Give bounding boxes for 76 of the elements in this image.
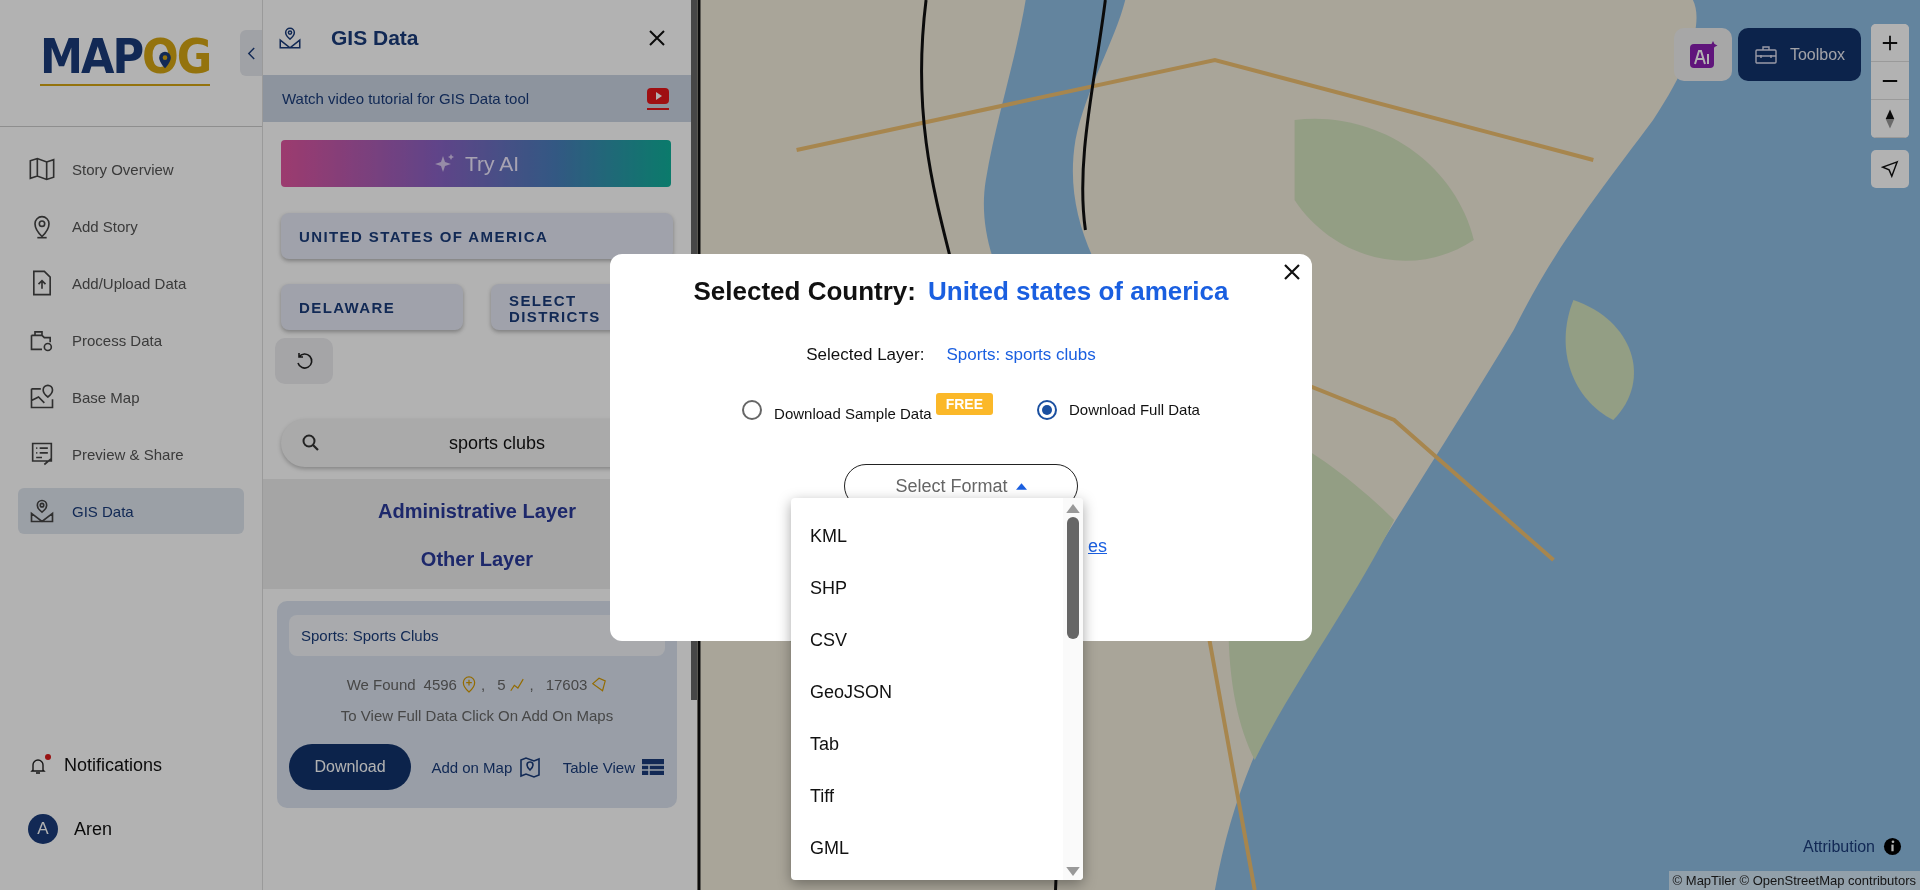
radio-button[interactable] [1037, 399, 1057, 420]
notifications-item[interactable]: Notifications [28, 755, 163, 776]
point-count: 4596 [423, 676, 457, 693]
map-pin-icon [518, 755, 543, 779]
toolbox-button[interactable]: Toolbox [1738, 28, 1861, 81]
nav-item[interactable]: GIS Data [18, 488, 244, 534]
menu-item[interactable]: Tiff [810, 770, 1063, 822]
minus-icon [1881, 78, 1899, 83]
scroll-down-icon[interactable] [1066, 867, 1080, 876]
reset-button[interactable] [275, 338, 333, 384]
menu-item[interactable]: GML [810, 822, 1063, 874]
layer-tab[interactable]: Other Layer [420, 535, 534, 583]
layer-value: Sports: sports clubs [946, 345, 1096, 365]
scrollbar-thumb[interactable] [1067, 517, 1079, 639]
download-option[interactable]: Download Full Data [1037, 397, 1200, 422]
chevron-left-icon [246, 45, 256, 61]
video-play-icon [645, 86, 671, 111]
line-icon [509, 676, 526, 693]
menu-item[interactable]: GeoJSON [810, 666, 1063, 718]
locate-button[interactable] [1871, 150, 1909, 188]
navigation-arrow-icon [1881, 160, 1899, 178]
close-icon [647, 27, 667, 48]
add-on-map-button[interactable]: Add on Map [431, 755, 543, 779]
link[interactable]: es [1088, 536, 1107, 557]
scroll-up-icon[interactable] [1066, 504, 1080, 513]
download-button[interactable]: Download [289, 744, 411, 790]
tutorial-banner[interactable]: Watch video tutorial for GIS Data tool [263, 75, 691, 122]
menu-item[interactable]: KML [810, 510, 1063, 562]
search-icon [301, 433, 321, 453]
line-count: 5 [497, 676, 506, 693]
free-badge: FREE [935, 393, 993, 415]
nav-item[interactable]: Add Story [18, 203, 244, 249]
layer-tab[interactable]: Administrative Layer [378, 487, 576, 535]
country-value: United states of america [927, 276, 1229, 307]
location-pin-icon [28, 497, 56, 525]
briefcase-icon [1753, 44, 1778, 65]
table-icon [641, 757, 665, 777]
close-icon [1282, 262, 1302, 282]
country-label: Selected Country: [693, 276, 916, 307]
layer-label: Selected Layer: [806, 345, 925, 365]
separator: , [529, 676, 534, 693]
nav-item[interactable]: Preview & Share [18, 431, 244, 477]
nav-item[interactable]: Add/Upload Data [18, 260, 244, 306]
separator: , [480, 676, 486, 693]
polygon-icon [591, 676, 608, 693]
map-icon [28, 155, 56, 183]
panel-title: GIS Data [331, 25, 420, 50]
nav-item[interactable]: Process Data [18, 317, 244, 363]
user-name: Aren [74, 818, 113, 840]
layer-name: Sports: Sports Clubs [289, 615, 665, 656]
table-view-button[interactable]: Table View [562, 757, 665, 777]
polygon-count: 17603 [545, 676, 588, 693]
zoom-in-button[interactable] [1871, 24, 1909, 62]
radio-button[interactable] [742, 399, 763, 420]
country-button[interactable]: UNITED STATES OF AMERICA [281, 213, 673, 259]
scrollbar[interactable] [1063, 498, 1083, 880]
mapog-logo: MAPOG [40, 28, 211, 86]
nav-item[interactable]: Story Overview [18, 146, 244, 192]
menu-item[interactable]: CSV [810, 614, 1063, 666]
menu-item[interactable]: Tab [810, 718, 1063, 770]
ai-assistant-button[interactable] [1674, 28, 1732, 81]
reset-icon [294, 351, 314, 371]
info-icon [1883, 837, 1902, 856]
menu-item[interactable]: SHP [810, 562, 1063, 614]
map-pin-icon [28, 383, 56, 411]
point-icon [460, 676, 477, 693]
attribution-button[interactable]: Attribution [1802, 837, 1902, 856]
hint-text: To View Full Data Click On Add On Maps [339, 707, 615, 724]
user-avatar[interactable]: A [28, 814, 58, 844]
try-ai-button[interactable]: Try AI [281, 140, 671, 187]
plus-icon [1881, 33, 1899, 52]
caret-up-icon [1015, 482, 1027, 490]
nav-item[interactable]: Base Map [18, 374, 244, 420]
ai-icon [1688, 39, 1718, 70]
found-label: We Found [346, 676, 416, 693]
state-button[interactable]: DELAWARE [281, 284, 463, 330]
